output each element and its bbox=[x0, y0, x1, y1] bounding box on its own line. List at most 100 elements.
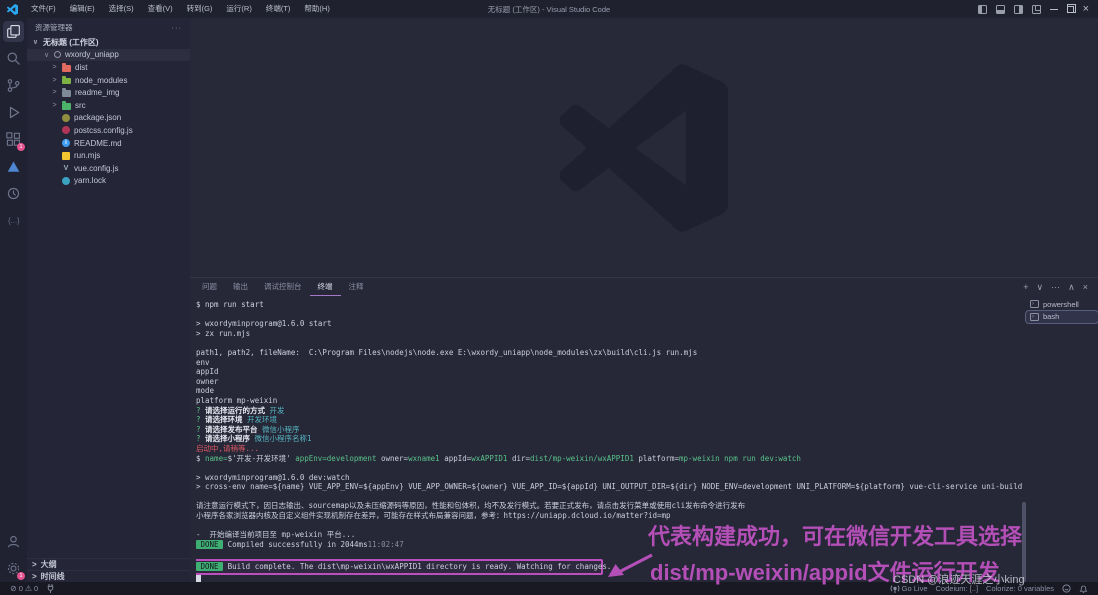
tree-item-workspace[interactable]: ∨ 无标题 (工作区) bbox=[27, 36, 190, 49]
toggle-secondary-sidebar-icon[interactable] bbox=[1013, 4, 1023, 14]
codeium-status[interactable]: Codeium: [..] bbox=[932, 582, 983, 595]
terminal-line bbox=[196, 574, 1022, 582]
terminal-line: ? 请选择运行的方式 开发 bbox=[196, 405, 285, 415]
chevron-right-icon: > bbox=[52, 101, 57, 109]
menu-go[interactable]: 转到(G) bbox=[180, 0, 220, 18]
terminal-line: > wxordyminprogram@1.6.0 start bbox=[196, 319, 332, 329]
files-icon bbox=[7, 24, 20, 38]
close-button[interactable]: × bbox=[1083, 4, 1089, 15]
terminal-instance-bash[interactable]: › bash bbox=[1025, 309, 1098, 324]
terminal-output[interactable]: $ npm run start > wxordyminprogram@1.6.0… bbox=[196, 300, 1022, 582]
explorer-more-actions-icon[interactable]: ··· bbox=[172, 23, 183, 32]
panel-tabs: 问题 输出 调试控制台 终端 注释 bbox=[190, 279, 372, 296]
close-panel-icon[interactable]: × bbox=[1083, 279, 1088, 295]
folder-icon bbox=[62, 75, 71, 85]
tree-item-readme-img[interactable]: > readme_img bbox=[27, 86, 190, 99]
terminal-line: owner bbox=[196, 376, 219, 386]
root-folder-icon bbox=[54, 51, 61, 59]
activity-item-account[interactable] bbox=[0, 528, 27, 555]
panel-tab-comments[interactable]: 注释 bbox=[341, 279, 372, 296]
run-debug-icon bbox=[9, 106, 20, 119]
activity-item-search[interactable] bbox=[0, 45, 27, 72]
minimize-button[interactable] bbox=[1049, 8, 1058, 10]
activity-item-source-control[interactable] bbox=[0, 72, 27, 99]
panel-tab-output[interactable]: 输出 bbox=[225, 279, 256, 296]
terminal-instance-powershell[interactable]: › powershell bbox=[1026, 298, 1098, 311]
status-bar: ⊘ 0 ⚠ 0 Go Live Codeium: [..] Colorize: … bbox=[0, 582, 1098, 595]
menu-run[interactable]: 运行(R) bbox=[219, 0, 258, 18]
vscode-watermark-icon bbox=[560, 63, 728, 232]
chevron-down-icon: ∨ bbox=[43, 51, 50, 59]
panel-more-actions-icon[interactable]: ··· bbox=[1051, 279, 1060, 295]
tree-item-postcss-config[interactable]: postcss.config.js bbox=[27, 124, 190, 137]
colorize-status[interactable]: Colorize: 0 variables bbox=[982, 582, 1058, 595]
folder-icon bbox=[62, 63, 71, 72]
tree-item-src[interactable]: > src bbox=[27, 99, 190, 112]
root-folder-label: wxordy_uniapp bbox=[65, 50, 119, 60]
menu-file[interactable]: 文件(F) bbox=[24, 0, 63, 18]
terminal-line: platform mp-weixin bbox=[196, 395, 278, 405]
toggle-panel-icon[interactable] bbox=[995, 4, 1005, 14]
menu-view[interactable]: 查看(V) bbox=[141, 0, 180, 18]
terminal-line: 小程序各家浏览器内核及自定义组件实现机制存在差异，可能存在样式布局兼容问题，参考… bbox=[196, 511, 671, 521]
activity-item-run-debug[interactable] bbox=[0, 99, 27, 126]
plug-icon bbox=[48, 584, 54, 593]
terminal-line: env bbox=[196, 357, 210, 367]
activity-item-settings[interactable]: 1 bbox=[0, 555, 27, 582]
chevron-right-icon: > bbox=[52, 76, 57, 84]
settings-badge: 1 bbox=[17, 572, 25, 580]
terminal-line: 启动中,请稍等... bbox=[196, 443, 260, 453]
tree-item-run-mjs[interactable]: run.mjs bbox=[27, 149, 190, 162]
customize-layout-icon[interactable] bbox=[1031, 4, 1041, 14]
activity-item-extensions[interactable]: 1 bbox=[0, 126, 27, 153]
yarn-icon bbox=[62, 176, 70, 185]
timeline-section[interactable]: > 时间线 bbox=[27, 570, 190, 582]
terminal-line: path1, path2, fileName: C:\Program Files… bbox=[196, 347, 698, 357]
chevron-right-icon: > bbox=[32, 560, 37, 569]
tree-item-node-modules[interactable]: > node_modules bbox=[27, 74, 190, 87]
outline-section[interactable]: > 大纲 bbox=[27, 558, 190, 570]
tree-item-package-json[interactable]: package.json bbox=[27, 112, 190, 125]
activity-item-explorer[interactable] bbox=[0, 18, 27, 45]
menu-edit[interactable]: 编辑(E) bbox=[63, 0, 102, 18]
problems-status[interactable]: ⊘ 0 ⚠ 0 bbox=[6, 582, 42, 595]
tree-item-readme-md[interactable]: i README.md bbox=[27, 137, 190, 150]
tree-item-dist[interactable]: > dist bbox=[27, 61, 190, 74]
activity-item-braces-extension[interactable]: {…} bbox=[0, 207, 27, 234]
vue-config-icon: V bbox=[63, 164, 69, 172]
titlebar: 文件(F) 编辑(E) 选择(S) 查看(V) 转到(G) 运行(R) 终端(T… bbox=[0, 0, 1098, 18]
tree-item-root-folder[interactable]: ∨ wxordy_uniapp bbox=[27, 48, 190, 62]
menu-help[interactable]: 帮助(H) bbox=[297, 0, 336, 18]
terminal-line: ? 请选择环境 开发环境 bbox=[196, 415, 278, 425]
terminal-scrollbar[interactable] bbox=[1022, 502, 1026, 582]
panel-tab-problems[interactable]: 问题 bbox=[194, 279, 225, 296]
panel-tab-debug-console[interactable]: 调试控制台 bbox=[256, 279, 310, 296]
maximize-panel-icon[interactable]: ∧ bbox=[1068, 279, 1075, 295]
tree-item-yarn-lock[interactable]: yarn.lock bbox=[27, 175, 190, 188]
go-live-button[interactable]: Go Live bbox=[886, 582, 932, 595]
activity-item-triangle-extension[interactable] bbox=[0, 153, 27, 180]
info-icon: i bbox=[62, 139, 70, 148]
activity-item-clock-extension[interactable] bbox=[0, 180, 27, 207]
tree-item-vue-config[interactable]: V vue.config.js bbox=[27, 162, 190, 175]
chevron-right-icon: > bbox=[52, 63, 57, 71]
feedback-smiley-icon bbox=[1062, 584, 1071, 593]
plug-status[interactable] bbox=[42, 582, 59, 595]
npm-icon bbox=[62, 113, 70, 122]
chevron-right-icon: > bbox=[52, 89, 57, 97]
restore-button[interactable] bbox=[1066, 3, 1076, 13]
terminal-icon: › bbox=[1030, 300, 1039, 309]
menu-terminal[interactable]: 终端(T) bbox=[259, 0, 298, 18]
feedback-button[interactable] bbox=[1058, 582, 1075, 595]
source-control-icon bbox=[7, 79, 20, 92]
postcss-icon bbox=[62, 126, 70, 135]
notifications-button[interactable] bbox=[1075, 582, 1092, 595]
new-terminal-icon[interactable]: + bbox=[1023, 279, 1028, 295]
terminal-profile-dropdown-icon[interactable]: ∨ bbox=[1037, 279, 1044, 295]
toggle-sidebar-icon[interactable] bbox=[977, 4, 987, 14]
error-icon: ⊘ bbox=[10, 583, 17, 593]
extensions-badge: 1 bbox=[17, 143, 25, 151]
panel-tab-terminal[interactable]: 终端 bbox=[309, 279, 341, 296]
menu-selection[interactable]: 选择(S) bbox=[102, 0, 141, 18]
